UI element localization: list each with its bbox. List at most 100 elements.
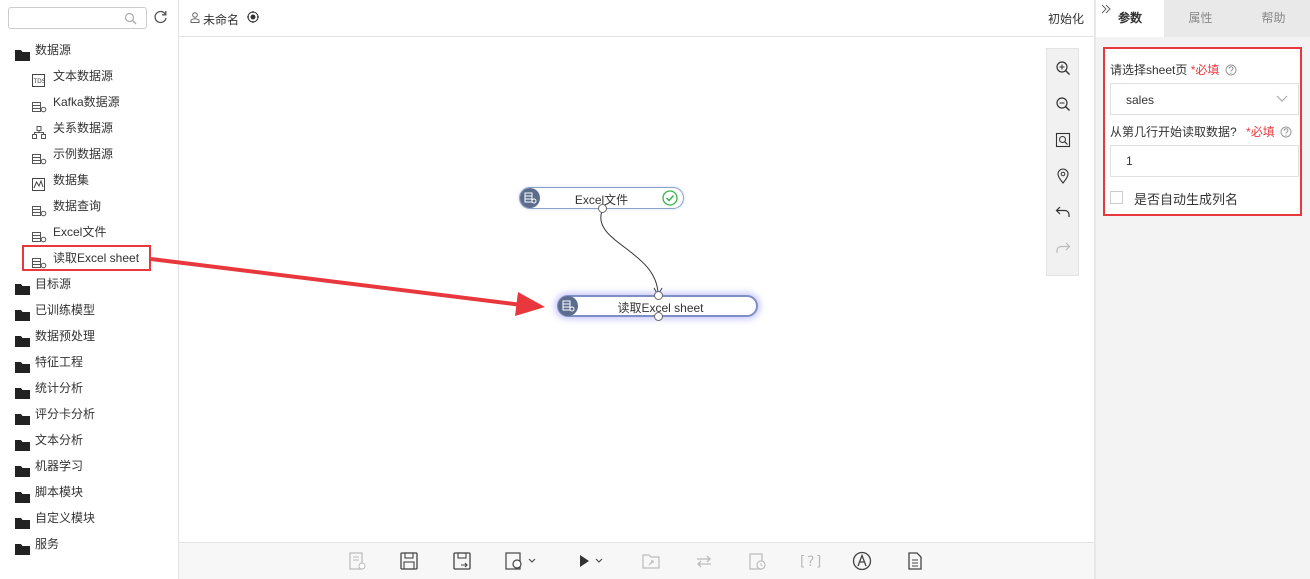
start-row-field-label: 从第几行开始读取数据? *必填 bbox=[1110, 123, 1292, 140]
report-icon[interactable] bbox=[347, 551, 367, 571]
sheet-label-text: 请选择sheet页 bbox=[1110, 63, 1188, 77]
search-icon[interactable] bbox=[124, 12, 137, 25]
tab-params-label: 参数 bbox=[1117, 11, 1142, 25]
tree-folder-label: 统计分析 bbox=[35, 381, 84, 395]
tree-folder-label: 特征工程 bbox=[35, 355, 84, 369]
tree-folder[interactable]: 文本分析 bbox=[0, 427, 178, 453]
tree-item[interactable]: Excel文件 bbox=[0, 219, 178, 245]
auto-column-label: 是否自动生成列名 bbox=[1134, 192, 1239, 207]
params-form: 请选择sheet页 *必填 sales 从第几行开始读取数据? *必填 1 是否… bbox=[1103, 47, 1302, 216]
tree-item[interactable]: Kafka数据源 bbox=[0, 89, 178, 115]
tree-folder[interactable]: 评分卡分析 bbox=[0, 401, 178, 427]
tree-folder[interactable]: 特征工程 bbox=[0, 349, 178, 375]
tree-item-label: Kafka数据源 bbox=[53, 95, 120, 109]
auto-column-checkbox[interactable] bbox=[1110, 191, 1123, 204]
svg-text:TDS: TDS bbox=[33, 78, 46, 85]
folder-icon bbox=[15, 538, 31, 564]
sync-icon[interactable] bbox=[694, 551, 714, 571]
run-dropdown-icon[interactable] bbox=[577, 551, 607, 571]
top-bar: 未命名 初始化 bbox=[179, 0, 1094, 37]
chevron-down-icon bbox=[1276, 95, 1288, 102]
tree-item-label: 数据查询 bbox=[53, 199, 102, 213]
tab-help[interactable]: 帮助 bbox=[1237, 0, 1310, 37]
search-box[interactable] bbox=[8, 7, 147, 29]
tree-item-label: 文本数据源 bbox=[53, 69, 114, 83]
tree-folder-label: 脚本模块 bbox=[35, 485, 84, 499]
tree-item[interactable]: 示例数据源 bbox=[0, 141, 178, 167]
connection-edge bbox=[600, 210, 659, 295]
settings-dropdown-icon[interactable] bbox=[504, 551, 540, 571]
zoom-toolbar bbox=[1046, 48, 1079, 276]
redo-icon[interactable] bbox=[1055, 240, 1071, 256]
target-icon[interactable] bbox=[247, 11, 259, 23]
zoom-out-icon[interactable] bbox=[1055, 96, 1071, 112]
question-icon[interactable] bbox=[1225, 64, 1237, 76]
tree-folder[interactable]: 脚本模块 bbox=[0, 479, 178, 505]
save-icon[interactable] bbox=[399, 551, 419, 571]
tree-folder-label: 目标源 bbox=[35, 277, 72, 291]
output-port[interactable] bbox=[654, 312, 663, 321]
fit-view-icon[interactable] bbox=[1055, 132, 1071, 148]
app-window: 数据源 TDS 文本数据源 Kafka数据源 关系数据源示例数据源数据集数据查询 Exce… bbox=[0, 0, 1310, 579]
initialize-button[interactable]: 初始化 bbox=[1048, 10, 1084, 27]
tree-folder-label: 自定义模块 bbox=[35, 511, 96, 525]
search-input[interactable] bbox=[9, 8, 119, 28]
location-pin-icon[interactable] bbox=[1055, 168, 1071, 184]
highlight-box bbox=[22, 245, 151, 271]
tree-folder[interactable]: 机器学习 bbox=[0, 453, 178, 479]
output-port[interactable] bbox=[598, 204, 607, 213]
sheet-select[interactable]: sales bbox=[1110, 83, 1299, 115]
tree-item-label: Excel文件 bbox=[53, 225, 107, 239]
tab-properties-label: 属性 bbox=[1188, 11, 1213, 25]
property-panel: 参数 属性 帮助 请选择sheet页 *必填 sales 从第几行开始读取数据?… bbox=[1096, 0, 1310, 579]
node-read-excel-sheet[interactable]: 读取Excel sheet bbox=[557, 291, 758, 321]
question-icon[interactable] bbox=[1280, 126, 1292, 138]
component-tree: 数据源 TDS 文本数据源 Kafka数据源 关系数据源示例数据源数据集数据查询 Exce… bbox=[0, 37, 178, 557]
tab-properties[interactable]: 属性 bbox=[1164, 0, 1237, 37]
document-icon[interactable] bbox=[905, 551, 925, 571]
tree-item-label: 数据集 bbox=[53, 173, 90, 187]
input-port[interactable] bbox=[654, 291, 663, 300]
tree-folder[interactable]: 已训练模型 bbox=[0, 297, 178, 323]
tab-params[interactable]: 参数 bbox=[1096, 0, 1164, 37]
tree-folder[interactable]: 服务 bbox=[0, 531, 178, 557]
node-excel-file[interactable]: Excel文件 bbox=[519, 187, 684, 213]
export-folder-icon[interactable] bbox=[641, 551, 661, 571]
node-datasource-icon bbox=[558, 296, 578, 316]
sheet-select-value: sales bbox=[1126, 93, 1155, 107]
component-sidebar: 数据源 TDS 文本数据源 Kafka数据源 关系数据源示例数据源数据集数据查询 Exce… bbox=[0, 0, 179, 579]
help-bracket-icon[interactable]: [?] bbox=[797, 551, 823, 571]
tree-folder[interactable]: 数据预处理 bbox=[0, 323, 178, 349]
auto-layout-icon[interactable] bbox=[852, 551, 872, 571]
tree-folder[interactable]: 自定义模块 bbox=[0, 505, 178, 531]
tree-folder-label: 已训练模型 bbox=[35, 303, 96, 317]
save-as-icon[interactable] bbox=[452, 551, 472, 571]
tree-folder-label: 服务 bbox=[35, 537, 60, 551]
tree-folder-label: 机器学习 bbox=[35, 459, 84, 473]
zoom-in-icon[interactable] bbox=[1055, 60, 1071, 76]
connection-layer bbox=[600, 210, 663, 297]
document-title[interactable]: 未命名 bbox=[203, 11, 239, 28]
svg-text:[?]: [?] bbox=[798, 554, 823, 570]
flow-canvas[interactable]: Excel文件 读取Excel sheet bbox=[179, 37, 1094, 542]
tree-folder-label: 数据预处理 bbox=[35, 329, 96, 343]
double-chevron-right-icon[interactable] bbox=[1101, 4, 1111, 14]
tree-folder[interactable]: 数据源 bbox=[0, 37, 178, 63]
required-mark: *必填 bbox=[1246, 125, 1275, 139]
schedule-icon[interactable] bbox=[747, 551, 767, 571]
start-row-input[interactable] bbox=[1110, 145, 1299, 177]
refresh-icon[interactable] bbox=[153, 9, 168, 24]
tree-folder[interactable]: 目标源 bbox=[0, 271, 178, 297]
tree-folder[interactable]: 统计分析 bbox=[0, 375, 178, 401]
tree-item[interactable]: 数据查询 bbox=[0, 193, 178, 219]
start-row-label-text: 从第几行开始读取数据? bbox=[1110, 125, 1237, 139]
undo-icon[interactable] bbox=[1055, 204, 1071, 220]
tab-help-label: 帮助 bbox=[1261, 11, 1286, 25]
tree-folder-label: 数据源 bbox=[35, 43, 72, 57]
tree-item[interactable]: 数据集 bbox=[0, 167, 178, 193]
tree-item[interactable]: TDS 文本数据源 bbox=[0, 63, 178, 89]
status-ok-icon bbox=[662, 190, 678, 206]
tree-item-label: 关系数据源 bbox=[53, 121, 114, 135]
tree-item[interactable]: 关系数据源 bbox=[0, 115, 178, 141]
node-datasource-icon bbox=[520, 188, 540, 208]
